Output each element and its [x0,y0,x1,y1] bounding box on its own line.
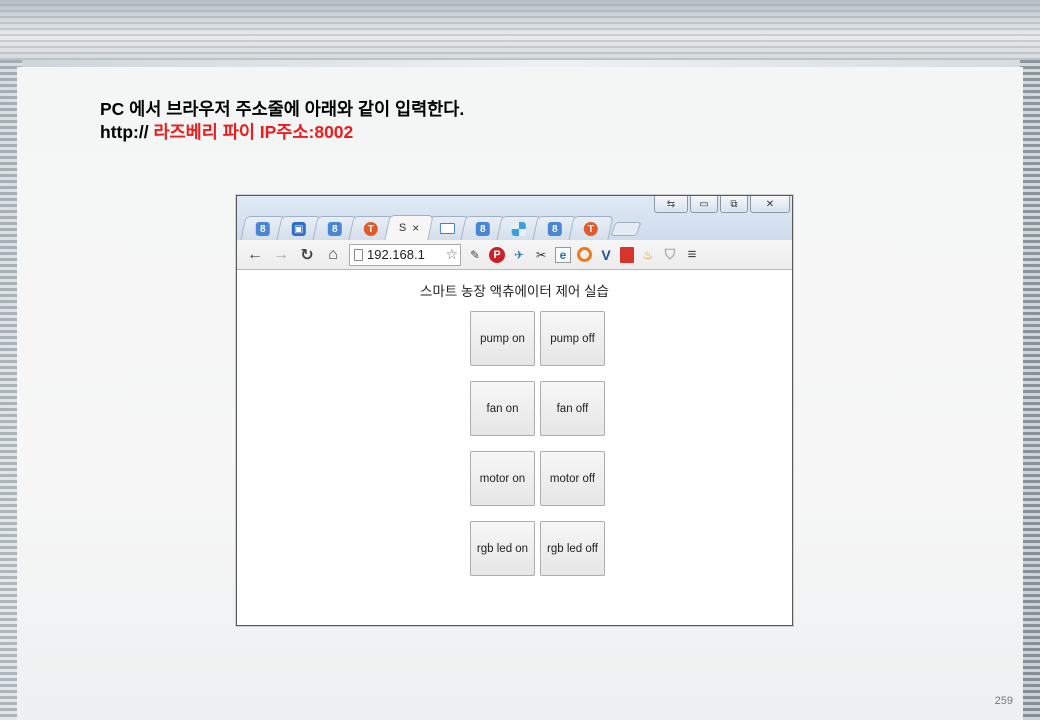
menu-icon[interactable]: ≡ [684,246,700,263]
reload-icon[interactable]: ↻ [297,245,317,265]
fan-off-button[interactable]: fan off [540,381,605,436]
heading-line-1: PC 에서 브라우저 주소줄에 아래와 같이 입력한다. [100,99,465,119]
bookmark-star-icon[interactable]: ☆ [445,246,458,263]
window-controls: ▭ ⧉ ✕ [690,196,790,214]
google-icon: 8 [255,221,270,236]
tab-app-10[interactable]: T [568,216,614,240]
blue-app-icon: ▣ [291,221,306,236]
page-number: 259 [994,695,1013,707]
pinterest-extension-icon[interactable]: P [489,246,505,263]
google-icon: 8 [327,221,342,236]
slide-heading: PC 에서 브라우저 주소줄에 아래와 같이 입력한다. http:// 라즈베… [100,98,464,144]
google-icon: 8 [547,221,562,236]
address-bar-url: 192.168.1 [367,247,425,262]
page-title: 스마트 농장 액츄에이터 제어 실습 [420,284,609,299]
home-icon[interactable]: ⌂ [323,245,343,265]
address-bar[interactable]: 192.168.1 ☆ [349,243,461,266]
bird-extension-icon[interactable]: ✈ [511,247,527,263]
heading-line-2: http:// 라즈베리 파이 IP주소:8002 [100,121,464,144]
page-content: 스마트 농장 액츄에이터 제어 실습 pump on pump off fan … [237,271,792,625]
grid-app-icon [511,221,526,236]
new-tab-button[interactable] [610,222,642,236]
background-right-stripes [1020,60,1040,720]
page-icon [354,248,363,261]
mail-icon [439,223,455,234]
evernote-extension-icon[interactable]: ✎ [467,247,483,263]
tab-close-icon[interactable]: × [412,221,419,235]
back-arrow-icon[interactable]: ← [245,245,265,265]
book-extension-icon[interactable] [620,246,634,263]
tag-extension-icon[interactable]: ✂ [533,247,549,263]
rgb-led-on-button[interactable]: rgb led on [470,521,535,576]
tab-active[interactable]: S × [384,215,434,240]
orange-app-icon: T [583,221,598,236]
window-switch-icon[interactable]: ⇆ [654,196,688,213]
v-extension-icon[interactable]: V [598,247,614,263]
browser-window-screenshot: ⇆ ▭ ⧉ ✕ 8 ▣ 8 T S × 8 8 T ← → ↻ ⌂ 192.168… [236,195,793,626]
ring-extension-icon[interactable] [577,247,592,262]
restore-button[interactable]: ⧉ [720,196,748,213]
rgb-led-off-button[interactable]: rgb led off [540,521,605,576]
fan-on-button[interactable]: fan on [470,381,535,436]
motor-off-button[interactable]: motor off [540,451,605,506]
active-tab-label: S [398,222,407,234]
ie-tab-extension-icon[interactable]: e [555,246,571,263]
pump-on-button[interactable]: pump on [470,311,535,366]
pump-off-button[interactable]: pump off [540,311,605,366]
heading-url-highlight: 라즈베리 파이 IP주소:8002 [153,122,354,142]
browser-toolbar: ← → ↻ ⌂ 192.168.1 ☆ ✎ P ✈ ✂ e V ♨ ⛉ ≡ [237,240,792,270]
tab-strip: 8 ▣ 8 T S × 8 8 T [240,214,642,240]
minimize-button[interactable]: ▭ [690,196,718,213]
background-top-lines [0,0,1040,60]
orange-app-icon: T [363,221,378,236]
heading-url-prefix: http:// [100,122,154,142]
motor-on-button[interactable]: motor on [470,451,535,506]
forward-arrow-icon[interactable]: → [271,245,291,265]
google-icon: 8 [475,221,490,236]
close-window-button[interactable]: ✕ [750,196,790,213]
browser-titlebar: ⇆ ▭ ⧉ ✕ 8 ▣ 8 T S × 8 8 T [237,196,792,240]
shield-extension-icon[interactable]: ⛉ [662,246,678,263]
fire-extension-icon[interactable]: ♨ [640,247,656,263]
actuator-button-grid: pump on pump off fan on fan off motor on… [470,311,605,576]
